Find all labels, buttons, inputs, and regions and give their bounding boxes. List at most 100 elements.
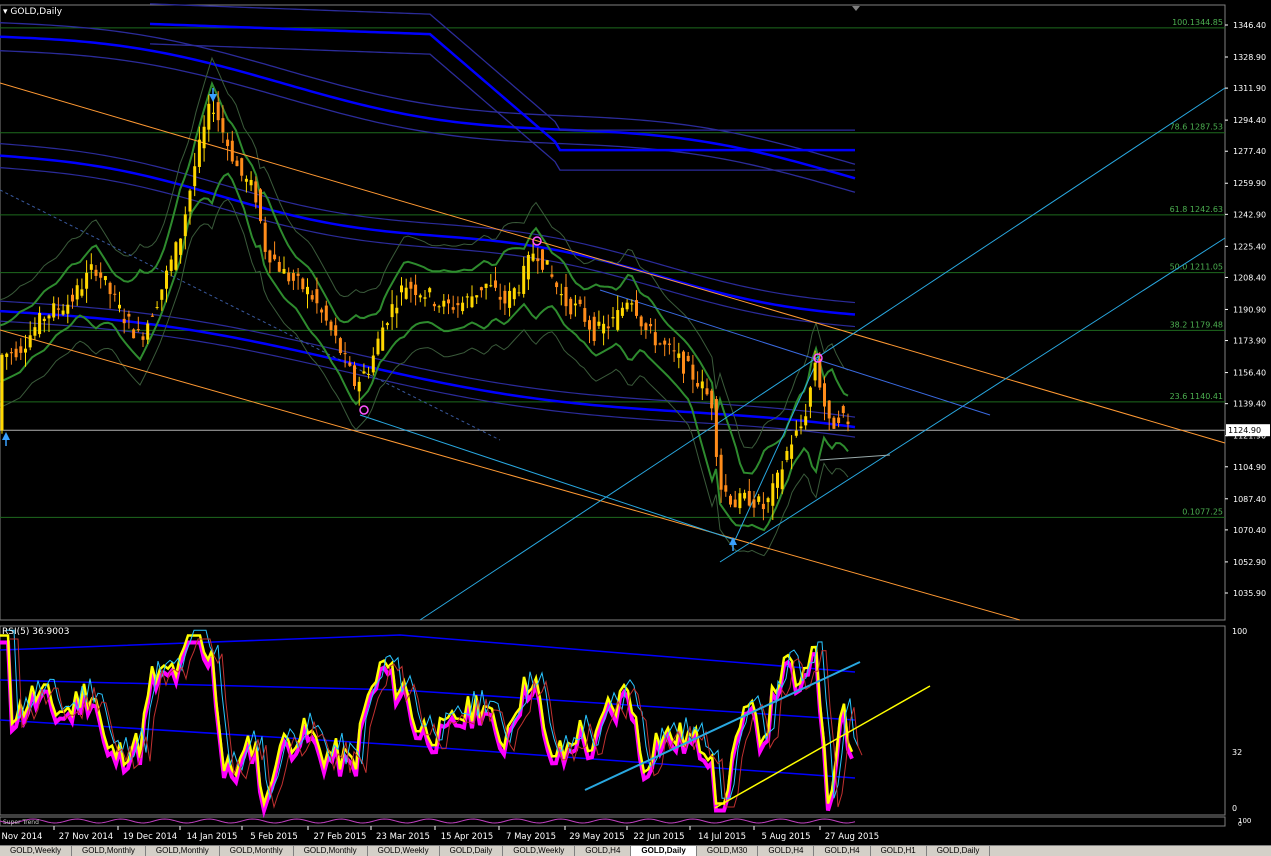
candle-body (118, 304, 121, 309)
rsi-axis-label: 100 (1232, 627, 1247, 636)
price-axis-label: 1190.90 (1233, 305, 1266, 314)
candle-body (512, 288, 516, 300)
date-axis-label: 19 Dec 2014 (123, 832, 177, 842)
collapse-triangle-icon[interactable]: ▾ (3, 7, 8, 17)
candle-body (89, 264, 93, 270)
candle-body (329, 321, 333, 330)
candle-body (99, 272, 103, 278)
candle-body (461, 302, 465, 312)
candle-body (808, 387, 812, 407)
candle-body (498, 296, 502, 300)
candle-body (301, 278, 305, 290)
rsi-axis-label: 32 (1232, 748, 1242, 757)
price-axis-label: 1156.40 (1233, 369, 1266, 378)
candle-body (442, 300, 446, 307)
candle-body (113, 293, 117, 295)
candle-body (710, 390, 714, 409)
candle-body (578, 299, 582, 305)
candle-body (484, 283, 488, 288)
candle-body (696, 382, 700, 387)
candle-body (559, 294, 563, 296)
candle-body (165, 270, 168, 289)
candle-body (226, 139, 230, 147)
candle-body (343, 353, 347, 355)
candle-body (813, 362, 817, 381)
candle-body (776, 472, 779, 488)
candle-body (573, 303, 577, 306)
candle-body (141, 336, 145, 340)
date-axis-label: 23 Mar 2015 (376, 832, 430, 842)
candle-body (841, 406, 845, 414)
candle-body (254, 181, 258, 203)
candle-body (414, 284, 418, 296)
candle-body (653, 332, 657, 346)
candle-body (282, 268, 286, 274)
candle-body (757, 496, 761, 502)
candle-body (216, 102, 220, 121)
candle-body (367, 373, 371, 375)
candle-body (306, 286, 309, 295)
candle-body (263, 222, 267, 252)
candle-body (583, 308, 587, 322)
candle-body (531, 253, 535, 261)
candle-body (259, 189, 262, 222)
candle-body (61, 310, 65, 315)
candle-body (390, 304, 394, 318)
candle-body (42, 318, 46, 322)
price-axis-label: 1173.90 (1233, 337, 1266, 346)
candle-body (9, 352, 13, 354)
candle-body (790, 444, 794, 459)
candle-body (837, 417, 841, 423)
chart-area[interactable]: 1346.40 1328.90 1311.90 1294.40 1277.40 1259.… (0, 0, 1271, 845)
candle-body (428, 288, 432, 293)
candle-body (103, 276, 107, 281)
candle-body (287, 272, 291, 282)
candle-body (409, 281, 413, 289)
candle-body (832, 417, 836, 429)
candle-body (564, 286, 568, 307)
candle-body (597, 321, 601, 326)
candle-body (150, 315, 154, 317)
candle-body (611, 317, 615, 319)
date-axis-label: 27 Nov 2014 (59, 832, 113, 842)
candle-body (85, 272, 89, 289)
candle-body (183, 214, 187, 237)
candle-body (0, 354, 4, 431)
price-axis-label: 1311.90 (1233, 84, 1266, 93)
candle-body (291, 272, 295, 281)
candle-body (127, 313, 131, 317)
current-price-label: 1124.90 (1228, 426, 1261, 435)
candle-body (667, 343, 671, 345)
candle-body (296, 273, 300, 276)
candle-body (545, 260, 549, 265)
candle-body (235, 160, 239, 167)
candle-body (508, 290, 512, 308)
price-chart[interactable]: 1346.40 1328.90 1311.90 1294.40 1277.40 1259.… (0, 0, 1271, 845)
candle-body (132, 329, 136, 339)
candle-body (752, 499, 756, 508)
chart-title-text: GOLD,Daily (10, 7, 63, 17)
candle-body (75, 285, 79, 300)
rsi-title: RSI(5) 36.9003 (2, 627, 70, 637)
candle-body (188, 190, 192, 212)
candle-body (169, 259, 173, 272)
fib-level-label: 78.6 1287.53 (1170, 123, 1223, 132)
candle-body (338, 338, 342, 354)
candle-body (700, 381, 704, 389)
candle-body (743, 492, 747, 499)
candle-body (249, 179, 253, 186)
candle-body (550, 274, 554, 277)
candle-body (56, 308, 60, 310)
candle-body (771, 483, 775, 506)
candle-body (747, 491, 751, 506)
candle-body (447, 299, 450, 304)
candle-body (780, 469, 784, 490)
candle-body (357, 381, 361, 392)
candle-body (794, 430, 798, 436)
price-axis-label: 1328.90 (1233, 53, 1266, 62)
price-axis-label: 1052.90 (1233, 558, 1266, 567)
candle-body (136, 329, 140, 331)
candle-body (606, 326, 610, 329)
date-axis-label: Nov 2014 (2, 832, 43, 842)
price-axis-label: 1070.40 (1233, 526, 1266, 535)
